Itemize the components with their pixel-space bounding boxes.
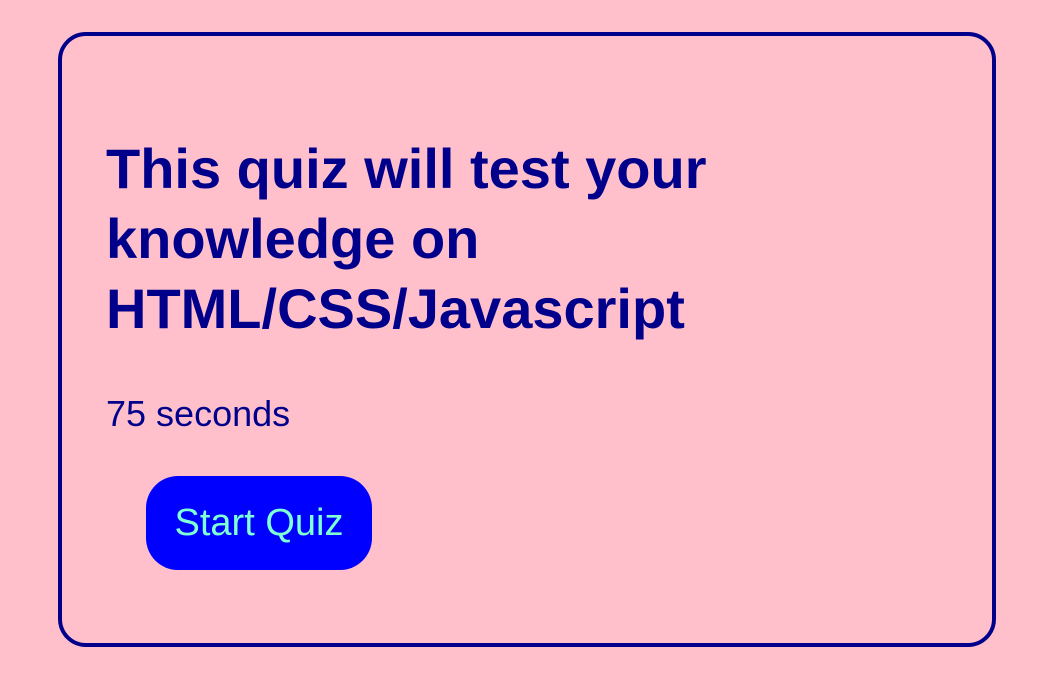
quiz-start-card: This quiz will test your knowledge on HT… <box>58 32 996 647</box>
start-quiz-button[interactable]: Start Quiz <box>146 476 372 570</box>
quiz-time-limit: 75 seconds <box>106 393 291 434</box>
quiz-description-heading: This quiz will test your knowledge on HT… <box>106 137 707 340</box>
